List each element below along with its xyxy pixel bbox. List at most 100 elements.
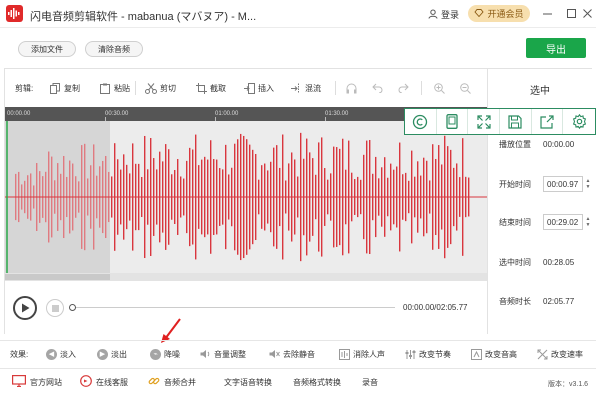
save-icon[interactable] <box>500 109 532 134</box>
mix-label: 混流 <box>305 83 321 93</box>
horizontal-scrollbar[interactable] <box>5 273 487 281</box>
selected-duration-row: 选中时间 00:28.05 <box>499 257 574 268</box>
seek-handle[interactable] <box>69 304 76 311</box>
text-to-speech-link[interactable]: 文字语音转换 <box>224 375 272 389</box>
version-label: 版本：v3.1.6 <box>548 381 589 388</box>
title-bar: 闪电音频剪辑软件 - mabanua (マバヌア) - M... 登录 开通会员 <box>0 0 596 28</box>
audio-duration-row: 音频时长 02:05.77 <box>499 296 574 307</box>
paste-icon <box>99 82 111 94</box>
quick-toolbar <box>404 108 596 135</box>
volume-adjust-button[interactable]: 音量调整 <box>199 347 246 361</box>
online-service-label: 在线客服 <box>96 377 128 387</box>
insert-button[interactable]: 插入 <box>243 81 274 95</box>
minimize-icon[interactable] <box>540 6 554 20</box>
seek-bar[interactable] <box>69 304 399 311</box>
paste-label: 粘贴 <box>114 83 130 93</box>
playback-controls: 00:00.00/02:05.77 <box>5 281 487 335</box>
copy-label: 复制 <box>64 83 80 93</box>
play-button[interactable] <box>13 296 37 320</box>
fade-in-button[interactable]: ◀ 淡入 <box>46 347 76 361</box>
audio-format-convert-label: 音频格式转换 <box>293 377 341 387</box>
monitor-icon <box>12 375 27 389</box>
edit-section-label: 剪辑: <box>15 84 34 93</box>
time-readout: 00:00.00/02:05.77 <box>403 303 468 312</box>
official-site-link[interactable]: 官方网站 <box>12 375 62 389</box>
headphones-button[interactable] <box>345 81 357 95</box>
ruler-tick-label: 01:30.00 <box>325 111 349 117</box>
ruler-tick-label: 00:00.00 <box>7 111 31 117</box>
expand-icon[interactable] <box>468 109 501 134</box>
mix-button[interactable]: 混流 <box>290 81 321 95</box>
audio-merge-label: 音频合并 <box>164 377 196 387</box>
cut-button[interactable]: 剪切 <box>145 81 176 95</box>
maximize-icon[interactable] <box>564 6 578 20</box>
record-label: 录音 <box>362 377 378 387</box>
audio-format-convert-link[interactable]: 音频格式转换 <box>293 375 341 389</box>
mix-icon <box>290 82 302 94</box>
phone-icon[interactable] <box>437 109 469 134</box>
login-label: 登录 <box>441 10 460 20</box>
headphones-icon <box>345 82 357 94</box>
share-icon[interactable] <box>532 109 564 134</box>
vip-label: 开通会员 <box>487 9 524 19</box>
copyright-icon[interactable] <box>405 109 437 134</box>
settings-icon[interactable] <box>563 109 595 134</box>
zoom-in-button[interactable] <box>433 81 445 95</box>
end-time-stepper[interactable]: ▲ ▼ <box>584 214 592 230</box>
close-icon[interactable] <box>580 6 594 20</box>
denoise-label: 降噪 <box>164 349 180 359</box>
text-to-speech-label: 文字语音转换 <box>224 377 272 387</box>
remove-silence-button[interactable]: 去除静音 <box>268 347 315 361</box>
effects-section-label: 效果: <box>10 350 29 359</box>
fade-out-button[interactable]: ▶ 淡出 <box>97 347 127 361</box>
audio-merge-link[interactable]: 音频合并 <box>148 375 196 389</box>
add-file-button[interactable]: 添加文件 <box>18 41 76 57</box>
change-speed-label: 改变速率 <box>551 349 583 359</box>
start-time-label: 开始时间 <box>499 179 531 189</box>
online-service-link[interactable]: 在线客服 <box>80 375 128 389</box>
ruler-tick-label: 00:30.00 <box>105 111 129 117</box>
zoom-in-icon <box>433 82 445 94</box>
login-button[interactable]: 登录 <box>428 8 459 21</box>
ruler-tick-label: 01:00.00 <box>215 111 239 117</box>
remove-vocals-button[interactable]: 消除人声 <box>338 347 385 361</box>
start-time-row: 开始时间 00:00.97 ▲ ▼ <box>499 176 592 192</box>
redo-button[interactable] <box>397 81 409 95</box>
vip-button[interactable]: 开通会员 <box>468 5 530 22</box>
selection-panel-title: 选中 <box>530 85 550 97</box>
zoom-out-button[interactable] <box>459 81 471 95</box>
undo-button[interactable] <box>371 81 383 95</box>
start-time-input[interactable]: 00:00.97 <box>543 176 583 192</box>
denoise-button[interactable]: ⌁ 降噪 <box>150 347 180 361</box>
cut-label: 剪切 <box>160 83 176 93</box>
footer-bar: 官方网站 在线客服 音频合并 文字语音转换 音频格式转换 录音 版本：v3.1.… <box>0 368 596 394</box>
remove-silence-label: 去除静音 <box>283 349 315 359</box>
change-speed-button[interactable]: 改变速率 <box>536 347 583 361</box>
paste-button[interactable]: 粘贴 <box>99 81 130 95</box>
volume-icon <box>199 348 211 360</box>
undo-icon <box>371 82 383 94</box>
trim-button[interactable]: 截取 <box>195 81 226 95</box>
change-pitch-label: 改变音高 <box>485 349 517 359</box>
window-title: 闪电音频剪辑软件 - mabanua (マバヌア) - M... <box>30 11 257 23</box>
official-site-label: 官方网站 <box>30 377 62 387</box>
scrollbar-thumb[interactable] <box>5 274 110 280</box>
waveform-area[interactable] <box>5 121 487 273</box>
audio-duration-value: 02:05.77 <box>543 297 575 306</box>
end-time-input[interactable]: 00:29.02 <box>543 214 583 230</box>
stop-button[interactable] <box>46 299 64 317</box>
end-time-label: 结束时间 <box>499 217 531 227</box>
redo-icon <box>397 82 409 94</box>
app-logo-icon <box>6 5 23 22</box>
clear-audio-button[interactable]: 清除音频 <box>85 41 143 57</box>
toolbar-divider <box>421 81 422 95</box>
export-button[interactable]: 导出 <box>526 38 586 58</box>
speed-icon <box>536 348 548 360</box>
waveform <box>5 121 487 273</box>
copy-button[interactable]: 复制 <box>49 81 80 95</box>
change-pitch-button[interactable]: 改变音高 <box>470 347 517 361</box>
change-tempo-button[interactable]: 改变节奏 <box>404 347 451 361</box>
start-time-stepper[interactable]: ▲ ▼ <box>584 176 592 192</box>
record-link[interactable]: 录音 <box>362 375 378 389</box>
change-tempo-label: 改变节奏 <box>419 349 451 359</box>
